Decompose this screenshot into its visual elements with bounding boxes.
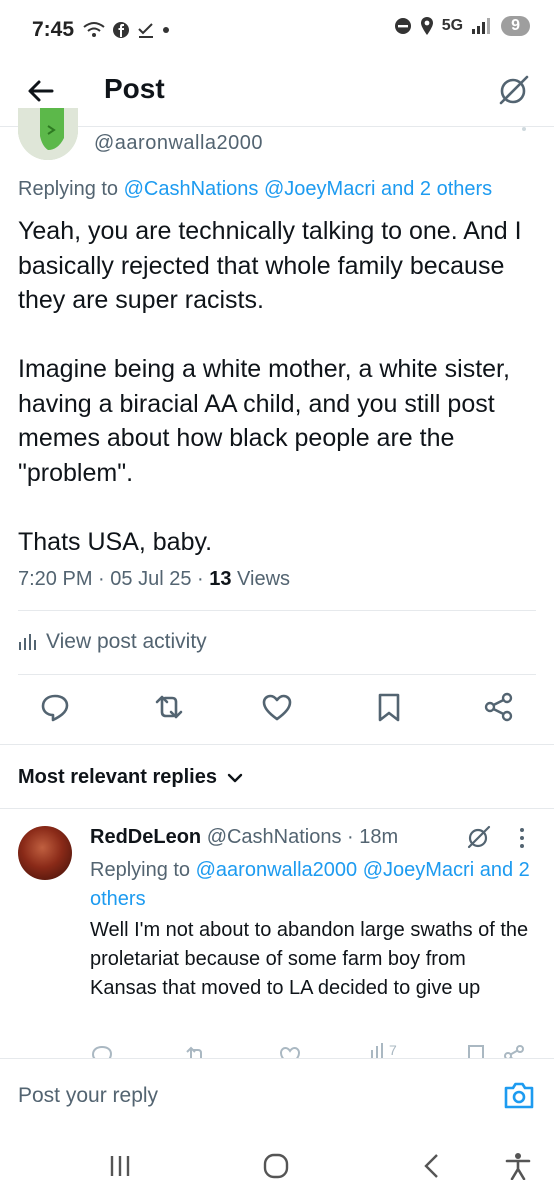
post-text: Yeah, you are technically talking to one… — [18, 217, 522, 556]
replies-sort-dropdown[interactable]: Most relevant replies — [18, 766, 243, 789]
notification-badge: 9 — [501, 16, 530, 36]
reply-icon — [41, 694, 69, 722]
repost-button[interactable] — [152, 690, 186, 724]
analytics-icon — [19, 634, 36, 650]
share-icon — [484, 692, 513, 722]
post-action-bar — [0, 690, 554, 734]
share-button[interactable] — [482, 690, 516, 724]
reply-action-bar: 7 — [90, 1042, 530, 1058]
analytics-icon — [371, 1043, 383, 1058]
more-vertical-icon — [520, 828, 524, 848]
network-label: 5G — [441, 17, 464, 34]
accessibility-button[interactable] — [504, 1152, 532, 1181]
reply-header: RedDeLeon @CashNations · 18m — [90, 826, 399, 848]
home-icon — [263, 1153, 289, 1179]
status-right: 5G 9 — [394, 16, 530, 36]
download-check-icon — [138, 23, 153, 38]
reply-views[interactable]: 7 — [370, 1042, 397, 1058]
system-back-button[interactable] — [418, 1152, 446, 1180]
post-time: 7:20 PM — [18, 568, 93, 590]
location-icon — [420, 17, 433, 35]
reply-grok-button[interactable] — [466, 824, 492, 850]
do-not-disturb-icon — [394, 18, 411, 34]
reply-author-name[interactable]: RedDeLeon — [90, 826, 201, 848]
reply-button[interactable] — [38, 690, 72, 724]
chevron-down-icon — [227, 773, 243, 782]
share-icon[interactable] — [502, 1044, 526, 1058]
signal-icon — [472, 18, 491, 34]
reply-author-handle[interactable]: @CashNations — [207, 826, 342, 848]
view-post-activity[interactable]: View post activity — [18, 630, 207, 654]
meta-divider — [18, 610, 536, 611]
avatar-image — [18, 108, 78, 160]
post-author-handle[interactable]: @aaronwalla2000 — [94, 132, 263, 155]
views-count: 13 — [209, 568, 232, 590]
repost-icon[interactable] — [184, 1044, 208, 1058]
recent-apps-icon — [110, 1156, 130, 1176]
bookmark-icon[interactable] — [466, 1044, 486, 1058]
grok-icon — [467, 825, 491, 849]
replies-sort-label: Most relevant replies — [18, 766, 217, 788]
reply-icon[interactable] — [90, 1044, 114, 1058]
like-icon — [262, 694, 292, 721]
reply-views-count: 7 — [389, 1042, 397, 1058]
page-title: Post — [104, 73, 165, 104]
reply-more-button[interactable] — [518, 826, 526, 850]
replying-to-prefix: Replying to — [18, 178, 124, 200]
reply-avatar[interactable] — [18, 826, 72, 880]
replying-to: Replying to @CashNations @JoeyMacri and … — [18, 178, 492, 201]
grok-button[interactable] — [496, 72, 532, 108]
reply-replying-to: Replying to @aaronwalla2000 @JoeyMacri a… — [90, 856, 530, 914]
bookmark-icon — [378, 693, 400, 722]
replies-header-divider — [0, 808, 554, 809]
header-divider — [0, 126, 554, 127]
reply-age: 18m — [359, 826, 399, 848]
like-button[interactable] — [260, 690, 294, 724]
camera-button[interactable] — [503, 1080, 535, 1110]
back-arrow-icon — [28, 80, 54, 102]
wifi-icon — [83, 22, 105, 37]
reply-replying-prefix: Replying to — [90, 859, 196, 881]
home-button[interactable] — [262, 1152, 290, 1180]
grok-icon — [499, 75, 529, 105]
activity-divider — [18, 674, 536, 675]
top-app-bar — [0, 60, 554, 126]
camera-icon — [504, 1082, 534, 1109]
view-post-activity-label: View post activity — [46, 630, 207, 653]
back-button[interactable] — [24, 74, 58, 108]
chevron-left-icon — [424, 1154, 438, 1178]
facebook-icon — [113, 22, 129, 38]
post-date: 05 Jul 25 — [110, 568, 192, 590]
bookmark-button[interactable] — [372, 690, 406, 724]
status-time: 7:45 — [32, 18, 75, 41]
actions-divider — [0, 744, 554, 745]
views-label: Views — [237, 568, 291, 590]
like-icon[interactable] — [278, 1044, 302, 1058]
dot-icon — [163, 27, 169, 33]
accessibility-icon — [505, 1153, 531, 1181]
more-options-icon[interactable] — [520, 126, 528, 134]
avatar[interactable] — [18, 108, 78, 160]
reply-input[interactable]: Post your reply — [18, 1084, 158, 1108]
post-meta: 7:20 PM · 05 Jul 25 · 13 Views — [18, 568, 291, 590]
repost-icon — [155, 695, 183, 719]
status-notification-icons — [82, 20, 170, 40]
replying-to-mentions[interactable]: @CashNations @JoeyMacri and 2 others — [124, 178, 493, 200]
recent-apps-button[interactable] — [106, 1152, 134, 1180]
reply-text: Well I'm not about to abandon large swat… — [90, 919, 529, 999]
